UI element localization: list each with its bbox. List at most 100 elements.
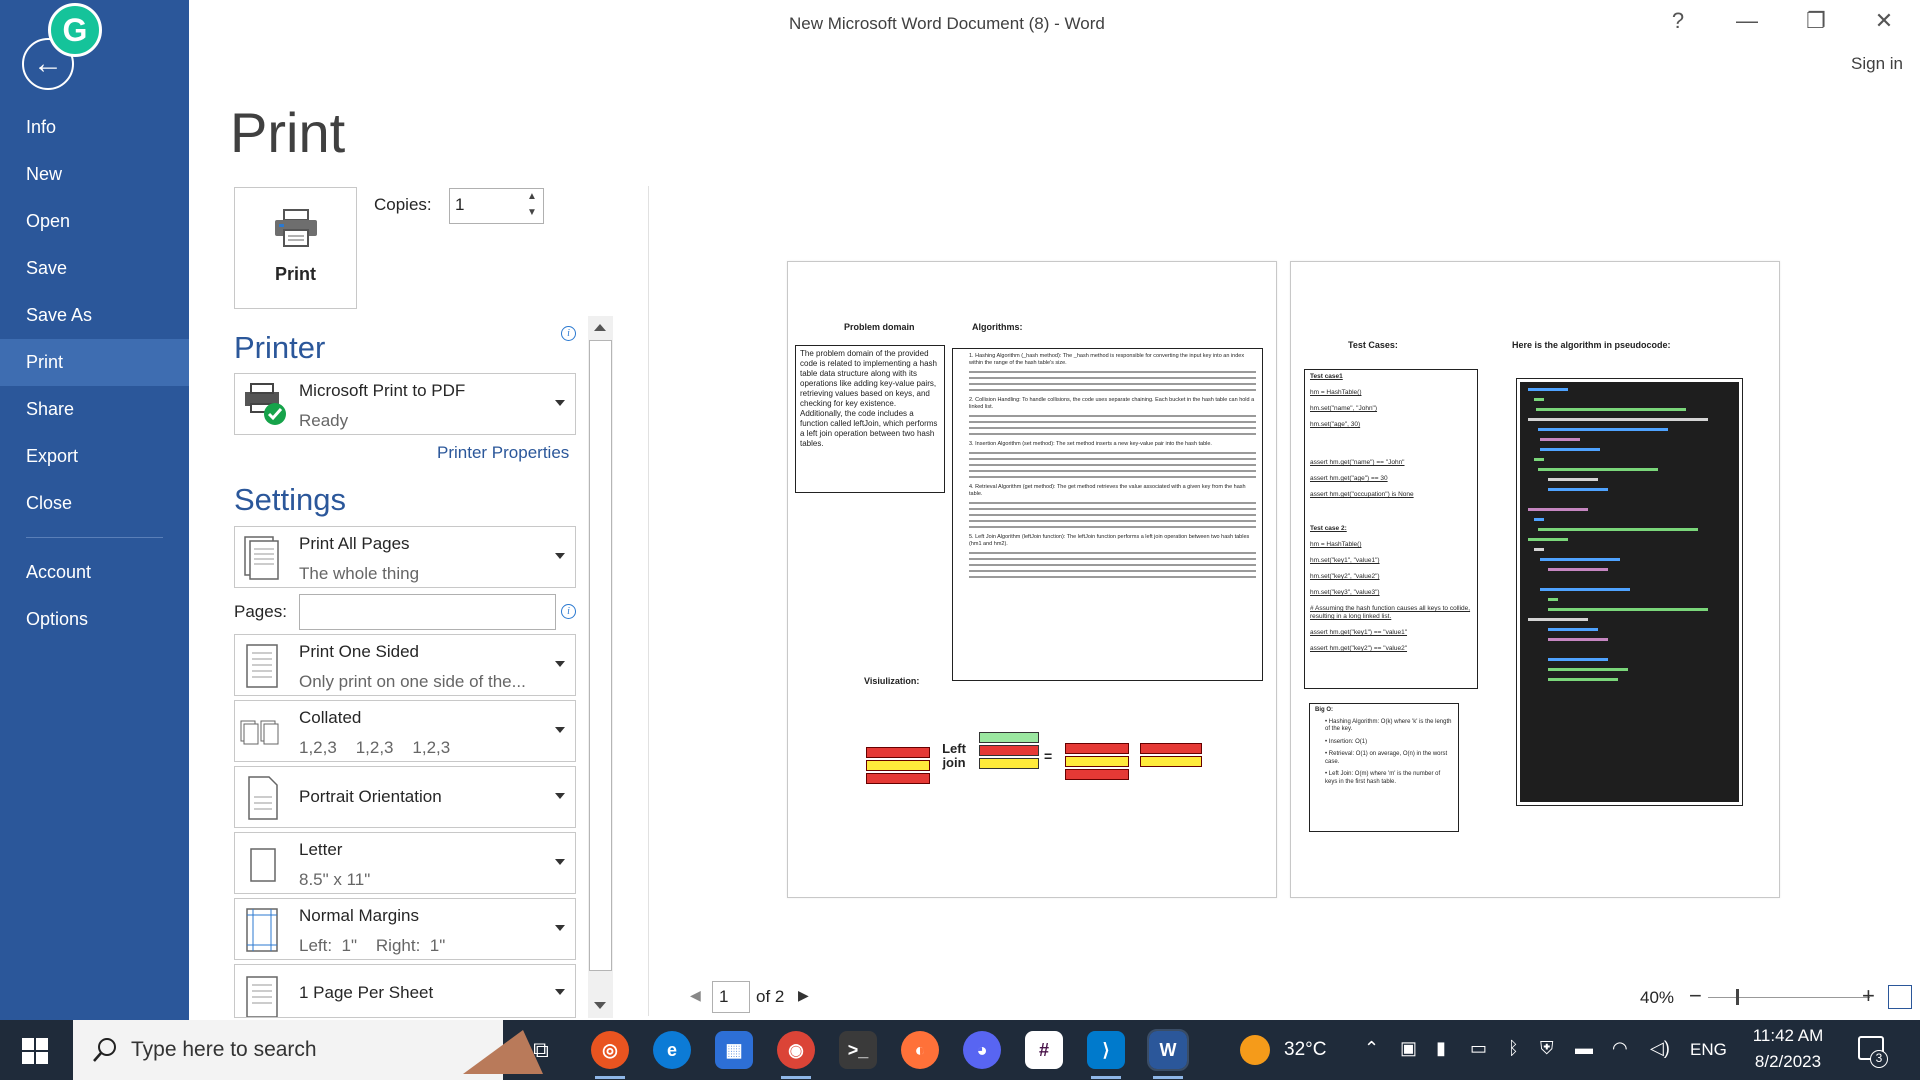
weather-temperature[interactable]: 32°C xyxy=(1284,1039,1326,1061)
sidebar-item-close[interactable]: Close xyxy=(0,480,189,527)
task-view-icon[interactable]: ⧉ xyxy=(522,1031,560,1069)
ubuntu-icon[interactable]: ◎ xyxy=(591,1031,629,1069)
test-line: hm.set("key3", "value3") xyxy=(1310,589,1380,596)
sidebar-item-print[interactable]: Print xyxy=(0,339,189,386)
printer-properties-link[interactable]: Printer Properties xyxy=(437,443,569,463)
meet-icon[interactable]: ▣ xyxy=(1400,1038,1417,1059)
big-o-item: • Retrieval: O(1) on average, O(n) in th… xyxy=(1325,751,1448,765)
sidebar-item-account[interactable]: Account xyxy=(0,549,189,596)
test-line: Test case1 xyxy=(1310,373,1343,380)
paper-size-select[interactable]: Letter 8.5" x 11" xyxy=(234,832,576,894)
scroll-down-icon[interactable] xyxy=(594,1002,606,1009)
taskbar-search[interactable]: Type here to search xyxy=(73,1020,543,1080)
windows-start-icon[interactable] xyxy=(22,1038,48,1064)
pages-input[interactable] xyxy=(299,594,556,630)
settings-scrollbar[interactable] xyxy=(588,316,613,1018)
test-line: hm = HashTable() xyxy=(1310,541,1362,548)
sidebar-item-save-as[interactable]: Save As xyxy=(0,292,189,339)
sides-select[interactable]: Print One Sided Only print on one side o… xyxy=(234,634,576,696)
margins-select[interactable]: Normal Margins Left: 1" Right: 1" xyxy=(234,898,576,960)
security-icon[interactable]: ⛨ xyxy=(1540,1038,1554,1059)
collation-select[interactable]: Collated 1,2,3 1,2,3 1,2,3 xyxy=(234,700,576,762)
chevron-down-icon xyxy=(555,400,565,406)
slack-icon[interactable]: # xyxy=(1025,1031,1063,1069)
zoom-level[interactable]: 40% xyxy=(1640,988,1674,1008)
algorithm-item-5: 5. Left Join Algorithm (leftJoin functio… xyxy=(969,534,1256,578)
algorithms-box: 1. Hashing Algorithm (_hash method): The… xyxy=(952,348,1263,681)
code-line xyxy=(1548,638,1608,641)
sidebar-item-open[interactable]: Open xyxy=(0,198,189,245)
sign-in-link[interactable]: Sign in xyxy=(1851,54,1903,74)
print-range-select[interactable]: Print All Pages The whole thing xyxy=(234,526,576,588)
zoom-out-icon[interactable]: − xyxy=(1689,983,1702,1009)
terminal-icon[interactable]: >_ xyxy=(839,1031,877,1069)
grammarly-icon[interactable]: G xyxy=(48,3,102,57)
diagram-cell xyxy=(979,745,1039,756)
weather-sun-icon[interactable] xyxy=(1240,1035,1270,1065)
algorithm-item-4: 4. Retrieval Algorithm (get method): The… xyxy=(969,484,1256,528)
sidebar-item-share[interactable]: Share xyxy=(0,386,189,433)
volume-icon[interactable]: ◁) xyxy=(1650,1038,1670,1059)
vscode-icon[interactable]: ⟩ xyxy=(1087,1031,1125,1069)
diagram-cell xyxy=(866,773,930,784)
microphone-icon[interactable]: ▮ xyxy=(1436,1038,1446,1059)
firefox-icon[interactable]: ◐ xyxy=(901,1031,939,1069)
test-line: Test case 2: xyxy=(1310,525,1347,532)
printer-info-icon[interactable]: i xyxy=(561,326,576,341)
zoom-in-icon[interactable]: + xyxy=(1862,983,1875,1009)
chrome-icon[interactable]: ◉ xyxy=(777,1031,815,1069)
diagram-cell xyxy=(979,758,1039,769)
page-number-input[interactable]: 1 xyxy=(712,981,750,1013)
orientation-select[interactable]: Portrait Orientation xyxy=(234,766,576,828)
copies-increment-icon[interactable]: ▲ xyxy=(527,191,537,202)
pages-info-icon[interactable]: i xyxy=(561,604,576,619)
bluetooth-icon[interactable]: ᛒ xyxy=(1508,1038,1519,1059)
sidebar-item-options[interactable]: Options xyxy=(0,596,189,643)
restore-button[interactable]: ❐ xyxy=(1796,8,1836,34)
code-line xyxy=(1528,388,1568,391)
big-o-item: • Insertion: O(1) xyxy=(1325,738,1368,745)
close-button[interactable]: ✕ xyxy=(1864,8,1904,34)
clock-time[interactable]: 11:42 AM xyxy=(1748,1026,1828,1046)
big-o-box: Big O: • Hashing Algorithm: O(k) where '… xyxy=(1309,703,1459,832)
sidebar-item-save[interactable]: Save xyxy=(0,245,189,292)
edge-icon[interactable]: e xyxy=(653,1031,691,1069)
pages-per-sheet-select[interactable]: 1 Page Per Sheet xyxy=(234,964,576,1018)
store-icon[interactable]: ▦ xyxy=(715,1031,753,1069)
algorithms-heading: Algorithms: xyxy=(972,322,1023,332)
test-line: hm = HashTable() xyxy=(1310,389,1362,396)
zoom-slider-thumb[interactable] xyxy=(1736,989,1739,1005)
code-line xyxy=(1538,468,1658,471)
discord-icon[interactable]: ◕ xyxy=(963,1031,1001,1069)
big-o-heading: Big O: xyxy=(1315,707,1333,713)
word-icon[interactable]: W xyxy=(1147,1029,1189,1071)
help-icon[interactable]: ? xyxy=(1658,8,1698,34)
test-line: hm.set("key1", "value1") xyxy=(1310,557,1380,564)
sidebar-item-export[interactable]: Export xyxy=(0,433,189,480)
zoom-slider-track[interactable] xyxy=(1708,997,1870,998)
scroll-up-icon[interactable] xyxy=(594,324,606,331)
language-indicator[interactable]: ENG xyxy=(1690,1040,1727,1060)
sidebar-item-new[interactable]: New xyxy=(0,151,189,198)
previous-page-icon[interactable]: ◀ xyxy=(690,987,701,1004)
visualization-heading: Visiulization: xyxy=(864,676,920,686)
sidebar-item-info[interactable]: Info xyxy=(0,104,189,151)
paper-size-label: Letter xyxy=(299,840,343,859)
next-page-icon[interactable]: ▶ xyxy=(798,987,809,1004)
display-icon[interactable]: ▭ xyxy=(1470,1038,1487,1059)
preview-page-2[interactable]: Test Cases: Here is the algorithm in pse… xyxy=(1290,261,1780,898)
print-button[interactable]: Print xyxy=(234,187,357,309)
scrollbar-thumb[interactable] xyxy=(589,340,612,971)
zoom-to-page-icon[interactable] xyxy=(1888,985,1912,1009)
minimize-button[interactable]: — xyxy=(1727,8,1767,34)
clock-date[interactable]: 8/2/2023 xyxy=(1748,1052,1828,1072)
printer-select[interactable]: Microsoft Print to PDF Ready xyxy=(234,373,576,435)
copies-decrement-icon[interactable]: ▼ xyxy=(527,207,537,218)
wifi-icon[interactable]: ◠ xyxy=(1612,1038,1628,1059)
preview-page-1[interactable]: Problem domain Algorithms: The problem d… xyxy=(787,261,1277,898)
diagram-cell xyxy=(1065,756,1129,767)
portrait-icon xyxy=(248,776,278,820)
battery-icon[interactable]: ▬ xyxy=(1575,1038,1593,1059)
chevron-up-icon[interactable]: ⌃ xyxy=(1364,1038,1379,1059)
running-indicator xyxy=(781,1076,811,1079)
